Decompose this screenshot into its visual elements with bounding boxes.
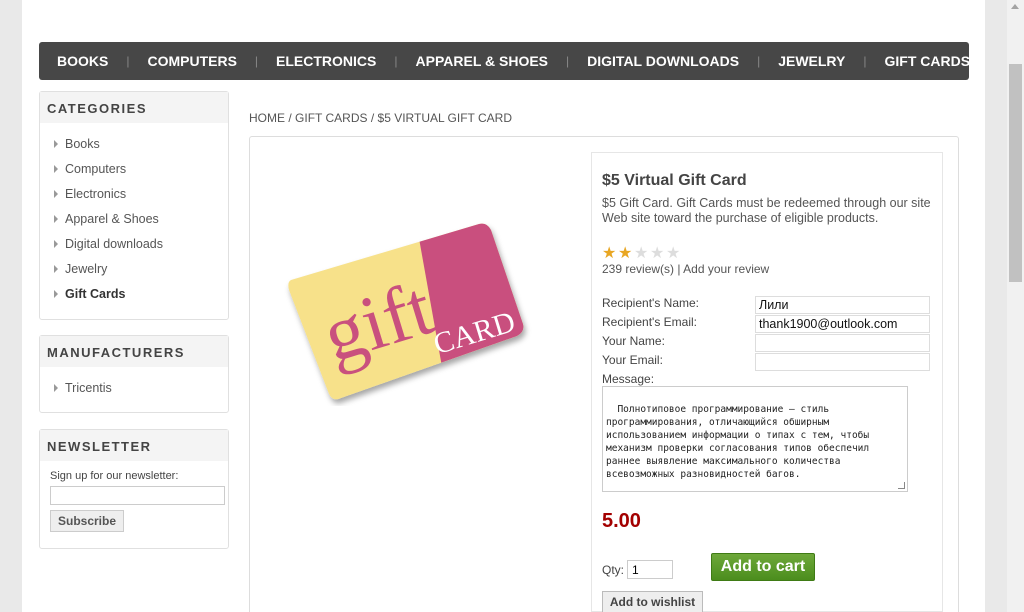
your-email-input[interactable] (755, 353, 930, 371)
arrow-right-icon (54, 139, 58, 148)
arrow-right-icon (54, 239, 58, 248)
arrow-right-icon (54, 264, 58, 273)
recipient-email-label: Recipient's Email: (602, 315, 697, 329)
manufacturer-tricentis[interactable]: Tricentis (54, 375, 228, 400)
add-review-link[interactable]: Add your review (683, 262, 769, 276)
your-name-input[interactable] (755, 334, 930, 352)
recipient-email-input[interactable] (755, 315, 930, 333)
arrow-right-icon (54, 289, 58, 298)
reviews-separator: | (677, 262, 681, 276)
arrow-right-icon (54, 164, 58, 173)
newsletter-block: NEWSLETTER Sign up for our newsletter: S… (39, 429, 229, 549)
category-jewelry[interactable]: Jewelry (54, 256, 228, 281)
menu-item-electronics[interactable]: ELECTRONICS (258, 53, 394, 69)
menu-item-computers[interactable]: COMPUTERS (129, 53, 254, 69)
breadcrumb-current: $5 VIRTUAL GIFT CARD (377, 111, 512, 125)
breadcrumb-separator: / (288, 111, 292, 125)
categories-title: CATEGORIES (40, 92, 228, 123)
arrow-right-icon (54, 214, 58, 223)
category-label: Apparel & Shoes (65, 211, 159, 226)
star-icon: ★ (650, 245, 665, 262)
star-icon: ★ (634, 245, 649, 262)
category-label: Digital downloads (65, 236, 163, 251)
newsletter-label: Sign up for our newsletter: (50, 470, 179, 482)
product-description: $5 Gift Card. Gift Cards must be redeeme… (602, 196, 931, 225)
breadcrumb: HOME / GIFT CARDS / $5 VIRTUAL GIFT CARD (249, 111, 512, 125)
message-text: Полнотиповое программирование — стиль пр… (606, 404, 870, 480)
category-label: Electronics (65, 186, 127, 201)
newsletter-email-input[interactable] (50, 486, 225, 505)
menu-item-apparel-shoes[interactable]: APPAREL & SHOES (398, 53, 567, 69)
resize-handle-icon[interactable] (898, 482, 905, 489)
scroll-up-arrow-icon[interactable] (1011, 4, 1019, 9)
category-label: Computers (65, 161, 127, 176)
arrow-right-icon (54, 383, 58, 392)
message-label: Message: (602, 372, 655, 386)
breadcrumb-separator: / (370, 111, 375, 125)
category-books[interactable]: Books (54, 131, 228, 156)
menu-item-gift-cards[interactable]: GIFT CARDS (866, 53, 988, 69)
star-icon: ★ (602, 245, 617, 262)
recipient-name-input[interactable] (755, 296, 930, 314)
manufacturers-block: MANUFACTURERS Tricentis (39, 335, 229, 413)
gift-card-image[interactable]: gift CARD (283, 216, 533, 406)
top-menu: BOOKS | COMPUTERS | ELECTRONICS | APPAREL &… (39, 42, 970, 80)
your-name-label: Your Name: (602, 334, 665, 348)
scrollbar[interactable] (1007, 0, 1024, 612)
category-label: Books (65, 136, 100, 151)
star-icon: ★ (618, 245, 633, 262)
add-to-wishlist-button[interactable]: Add to wishlist (602, 591, 703, 612)
star-icon: ★ (666, 245, 681, 262)
reviews-line: 239 review(s) | Add your review (602, 262, 769, 276)
manufacturers-title: MANUFACTURERS (40, 336, 228, 367)
category-gift-cards[interactable]: Gift Cards (54, 281, 228, 306)
category-apparel-shoes[interactable]: Apparel & Shoes (54, 206, 228, 231)
product-price: 5.00 (602, 510, 641, 532)
menu-item-books[interactable]: BOOKS (39, 53, 126, 69)
category-electronics[interactable]: Electronics (54, 181, 228, 206)
message-textarea[interactable]: Полнотиповое программирование — стиль пр… (602, 386, 908, 492)
manufacturer-label: Tricentis (65, 380, 112, 395)
category-label: Jewelry (65, 261, 108, 276)
arrow-right-icon (54, 189, 58, 198)
category-digital-downloads[interactable]: Digital downloads (54, 231, 228, 256)
your-email-label: Your Email: (602, 353, 663, 367)
breadcrumb-home[interactable]: HOME (249, 111, 285, 125)
qty-label: Qty: (602, 563, 625, 577)
category-computers[interactable]: Computers (54, 156, 228, 181)
menu-item-jewelry[interactable]: JEWELRY (760, 53, 863, 69)
category-label: Gift Cards (65, 286, 126, 301)
subscribe-button[interactable]: Subscribe (50, 510, 124, 532)
menu-item-digital-downloads[interactable]: DIGITAL DOWNLOADS (569, 53, 757, 69)
breadcrumb-gift-cards[interactable]: GIFT CARDS (295, 111, 367, 125)
add-to-cart-button[interactable]: Add to cart (711, 553, 815, 581)
scrollbar-thumb[interactable] (1009, 64, 1022, 282)
product-title: $5 Virtual Gift Card (602, 172, 747, 189)
newsletter-title: NEWSLETTER (40, 430, 228, 461)
rating-stars: ★ ★ ★ ★ ★ (602, 245, 682, 262)
qty-input[interactable] (627, 560, 673, 579)
categories-block: CATEGORIES Books Computers Electronics A… (39, 91, 229, 320)
reviews-count-link[interactable]: 239 review(s) (602, 262, 674, 276)
recipient-name-label: Recipient's Name: (602, 296, 699, 310)
